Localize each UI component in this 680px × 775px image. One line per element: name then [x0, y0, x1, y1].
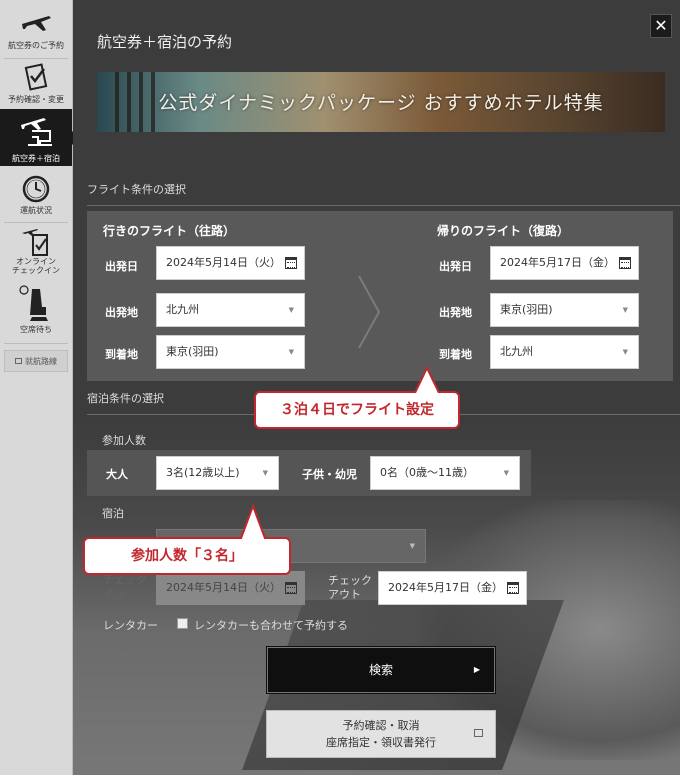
sidebar-item-label: 空席待ち [20, 325, 52, 334]
chevron-down-icon: ▼ [622, 306, 628, 314]
sidebar-item-label: 予約確認・変更 [8, 95, 64, 104]
reservation-confirm-button[interactable]: 予約確認・取消 座席指定・領収書発行 [266, 710, 496, 758]
return-date-field[interactable]: 2024年5月17日（金） [490, 246, 639, 280]
adult-count-select[interactable]: 3名(12歳以上) ▼ [156, 456, 279, 490]
stay-section-label: 宿泊条件の選択 [87, 392, 164, 405]
sidebar-item-flight-status[interactable]: 運航状況 [0, 174, 72, 222]
chevron-down-icon: ▼ [288, 306, 294, 314]
return-dest-select[interactable]: 北九州 ▼ [490, 335, 639, 369]
calendar-icon [285, 257, 297, 269]
outbound-date-field[interactable]: 2024年5月14日（火） [156, 246, 305, 280]
arrow-right-icon: ▶ [473, 665, 480, 674]
guests-callout: 参加人数「３名」 [83, 504, 291, 575]
child-count-select[interactable]: 0名（0歳～11歳） ▼ [370, 456, 520, 490]
sidebar-item-label: オンライン チェックイン [12, 257, 60, 275]
calendar-icon [285, 582, 297, 594]
checkout-label: チェック アウト [328, 574, 372, 601]
lodging-label: 宿泊 [102, 507, 124, 520]
search-button[interactable]: 検索 ▶ [266, 646, 496, 694]
sidebar-item-flight-booking[interactable]: 航空券のご予約 [0, 8, 72, 56]
chevron-down-icon: ▼ [503, 469, 509, 477]
sidebar-item-label: 航空券のご予約 [8, 41, 64, 50]
chevron-down-icon: ▼ [262, 469, 268, 477]
banner-text: 公式ダイナミックパッケージ おすすめホテル特集 [158, 92, 604, 114]
sidebar-item-online-checkin[interactable]: オンライン チェックイン [0, 225, 72, 285]
return-origin-select[interactable]: 東京(羽田) ▼ [490, 293, 639, 327]
return-heading: 帰りのフライト（復路） [437, 224, 570, 238]
return-dest-label: 到着地 [439, 348, 472, 361]
rental-car-label: レンタカー [103, 619, 158, 632]
route-label: 就航路線 [25, 356, 57, 366]
flight-callout: ３泊４日でフライト設定 [254, 366, 460, 429]
adult-label: 大人 [106, 468, 128, 481]
checkin-date-field[interactable]: 2024年5月14日（火） [156, 571, 305, 605]
guests-label: 参加人数 [102, 434, 146, 447]
chevron-down-icon: ▼ [622, 348, 628, 356]
child-label: 子供・幼児 [302, 468, 357, 481]
external-window-icon [474, 729, 483, 737]
outbound-dest-select[interactable]: 東京(羽田) ▼ [156, 335, 305, 369]
sidebar: 航空券のご予約 予約確認・変更 航空券＋宿泊 運航状況 オンライン チェックイン… [0, 0, 79, 775]
main-panel: 航空券＋宿泊の予約 ✕ 公式ダイナミックパッケージ おすすめホテル特集 フライト… [73, 0, 680, 775]
checklist-icon [24, 63, 48, 91]
outbound-dest-label: 到着地 [105, 348, 138, 361]
route-map-button[interactable]: 就航路線 [4, 350, 68, 372]
return-date-label: 出発日 [439, 260, 472, 273]
outbound-heading: 行きのフライト（往路） [103, 224, 236, 238]
promo-banner[interactable]: 公式ダイナミックパッケージ おすすめホテル特集 [97, 72, 665, 132]
divider [87, 205, 680, 206]
route-icon [15, 358, 22, 364]
outbound-origin-label: 出発地 [105, 306, 138, 319]
outbound-date-label: 出発日 [105, 260, 138, 273]
rental-car-checkbox-label[interactable]: レンタカーも合わせて予約する [194, 617, 348, 633]
sidebar-item-plane-hotel[interactable]: 航空券＋宿泊 [0, 109, 79, 166]
calendar-icon [507, 582, 519, 594]
sidebar-item-label: 航空券＋宿泊 [12, 154, 60, 163]
sidebar-item-label: 運航状況 [20, 206, 52, 215]
clock-icon [22, 175, 50, 203]
flight-section-label: フライト条件の選択 [87, 183, 186, 196]
plane-hotel-icon [21, 118, 52, 146]
rental-car-checkbox[interactable] [177, 618, 188, 629]
close-button[interactable]: ✕ [650, 14, 672, 38]
calendar-icon [619, 257, 631, 269]
airplane-icon [22, 16, 51, 31]
sidebar-item-waitlist[interactable]: 空席待ち [0, 285, 72, 341]
seat-icon [19, 285, 48, 321]
checkin-label: チェック イン [103, 573, 147, 600]
checkin-icon [22, 229, 48, 256]
page-title: 航空券＋宿泊の予約 [97, 33, 233, 51]
chevron-down-icon: ▼ [288, 348, 294, 356]
chevron-down-icon: ▼ [409, 542, 415, 550]
sidebar-item-reservation[interactable]: 予約確認・変更 [0, 62, 72, 108]
checkout-date-field[interactable]: 2024年5月17日（金） [378, 571, 527, 605]
chevron-right-icon [358, 275, 381, 349]
return-origin-label: 出発地 [439, 306, 472, 319]
outbound-origin-select[interactable]: 北九州 ▼ [156, 293, 305, 327]
